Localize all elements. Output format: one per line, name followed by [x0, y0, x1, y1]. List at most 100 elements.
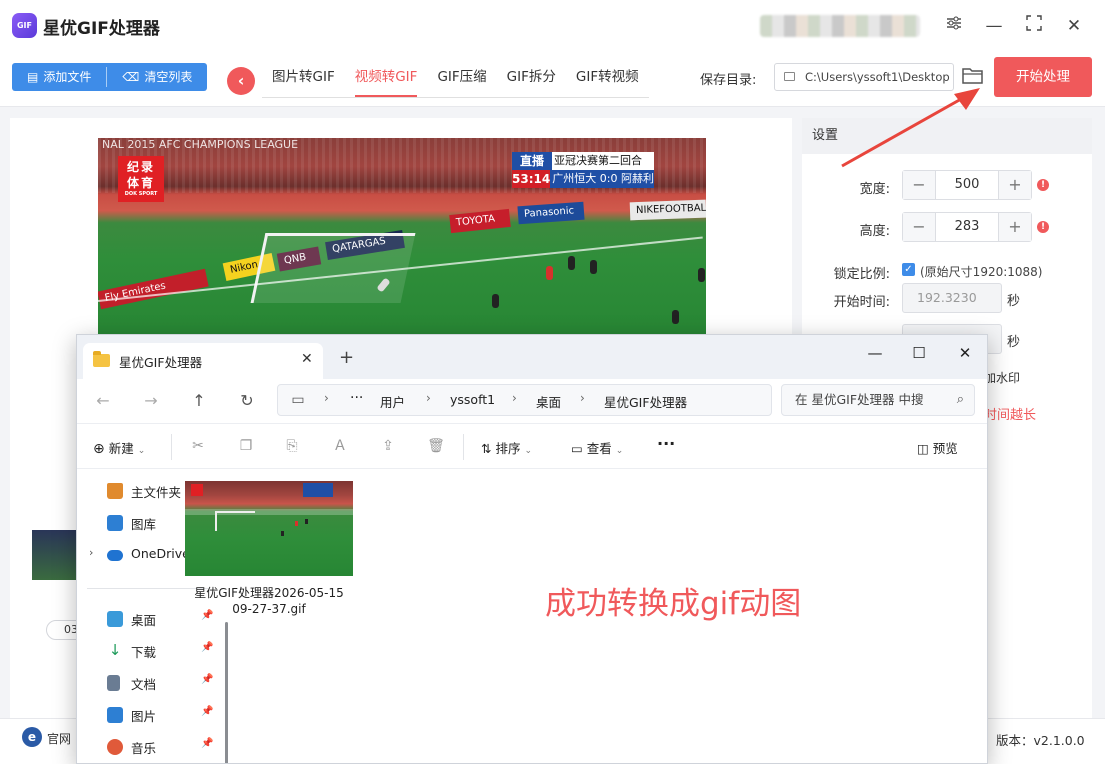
goal-frame	[250, 233, 416, 303]
tab-image-to-gif[interactable]: 图片转GIF	[262, 52, 345, 97]
up-icon[interactable]: ↑	[187, 389, 211, 413]
match-title: 亚冠决赛第二回合	[552, 152, 654, 170]
website-icon[interactable]: e	[22, 727, 42, 747]
download-icon: ↓	[108, 641, 122, 659]
cut-icon[interactable]: ✂	[189, 437, 207, 455]
breadcrumb-desktop[interactable]: 桌面	[536, 392, 561, 411]
preview-label: 预览	[932, 441, 958, 456]
explorer-tab-bar: 星优GIF处理器 ✕ + — ☐ ✕	[77, 335, 987, 379]
gif-file-thumbnail[interactable]	[185, 481, 353, 576]
new-tab-icon[interactable]: +	[339, 347, 354, 368]
minimize-icon[interactable]: —	[982, 14, 1006, 38]
tab-gif-compress[interactable]: GIF压缩	[427, 52, 496, 97]
breadcrumb-user[interactable]: yssoft1	[450, 392, 495, 407]
channel-logo-text: 纪录体育	[126, 160, 155, 190]
home-icon	[107, 483, 123, 499]
thumb-player	[281, 531, 284, 536]
duration-warning-text: 时间越长	[984, 408, 1037, 423]
back-arrow-icon[interactable]: ‹	[227, 67, 255, 95]
more-icon[interactable]: ···	[350, 390, 363, 406]
preview-pane-button[interactable]: ◫ 预览	[917, 438, 958, 457]
sidebar-item-label: OneDrive	[131, 546, 190, 561]
pin-icon[interactable]: 📌	[201, 738, 213, 749]
breadcrumb-users[interactable]: 用户	[380, 392, 405, 411]
search-icon: ⌕	[956, 392, 964, 407]
sort-label: 排序	[495, 441, 521, 456]
new-button[interactable]: ⊕ 新建 ⌄	[93, 438, 145, 457]
explorer-maximize-icon[interactable]: ☐	[907, 341, 931, 365]
sidebar-item-label: 图库	[131, 517, 157, 532]
copy-icon[interactable]: ❐	[237, 437, 255, 455]
view-icon: ▭	[571, 441, 583, 456]
start-time-input[interactable]: 192.3230	[902, 283, 1002, 313]
height-increase-button[interactable]: +	[999, 213, 1031, 241]
sidebar-scrollbar[interactable]	[225, 622, 228, 763]
channel-logo-sub: DOK SPORT	[124, 191, 158, 197]
start-process-button[interactable]: 开始处理	[994, 57, 1092, 97]
height-warning-icon[interactable]: !	[1037, 221, 1049, 233]
sort-button[interactable]: ⇅ 排序 ⌄	[481, 438, 532, 457]
end-time-unit: 秒	[1007, 335, 1021, 350]
ad-board-nike: NIKEFOOTBALL	[629, 199, 706, 221]
paste-icon[interactable]: ⎘	[283, 437, 301, 455]
thumb-scoreboard	[303, 483, 333, 497]
maximize-icon[interactable]	[1022, 14, 1046, 38]
explorer-minimize-icon[interactable]: —	[863, 341, 887, 365]
ad-board-panasonic: Panasonic	[517, 201, 585, 225]
file-list-thumbnail[interactable]	[32, 530, 78, 580]
tab-video-to-gif[interactable]: 视频转GIF	[345, 52, 428, 97]
view-label: 查看	[586, 441, 612, 456]
explorer-tab[interactable]: 星优GIF处理器 ✕	[83, 343, 323, 379]
scoreboard: 直播 亚冠决赛第二回合 53:14 广州恒大 0:0 阿赫利	[512, 152, 654, 188]
share-icon[interactable]: ⇪	[379, 437, 397, 455]
pin-icon[interactable]: 📌	[201, 674, 213, 685]
close-icon[interactable]: ✕	[1062, 14, 1086, 38]
add-file-button[interactable]: ▤ 添加文件	[12, 63, 106, 91]
user-avatar[interactable]	[760, 15, 920, 37]
player	[568, 256, 575, 270]
folder-icon	[93, 351, 110, 367]
explorer-close-icon[interactable]: ✕	[953, 341, 977, 365]
cmd-divider	[463, 434, 464, 460]
more-options-icon[interactable]: ···	[657, 434, 675, 453]
tab-gif-split[interactable]: GIF拆分	[497, 52, 566, 97]
back-icon[interactable]: ←	[91, 389, 115, 413]
tab-close-icon[interactable]: ✕	[301, 351, 313, 367]
thumb-player	[305, 519, 308, 524]
width-warning-icon[interactable]: !	[1037, 179, 1049, 191]
original-size-text: (原始尺寸1920:1088)	[920, 265, 1043, 279]
explorer-nav-bar: ← → ↑ ↻ ▭ › ··· 用户 › yssoft1 › 桌面 › 星优GI…	[77, 379, 987, 423]
desktop-icon	[107, 611, 123, 627]
start-time-label: 开始时间:	[833, 295, 890, 310]
player	[698, 268, 705, 282]
settings-sliders-icon[interactable]	[942, 14, 966, 38]
player	[672, 310, 679, 324]
width-increase-button[interactable]: +	[999, 171, 1031, 199]
file-name-line2: 09-27-37.gif	[232, 602, 306, 616]
chevron-down-icon: ⌄	[524, 446, 533, 456]
view-button[interactable]: ▭ 查看 ⌄	[571, 438, 623, 457]
gif-file-name[interactable]: 星优GIF处理器2026-05-15 09-27-37.gif	[190, 585, 348, 617]
sidebar-item-label: 音乐	[131, 741, 157, 756]
pin-icon[interactable]: 📌	[201, 642, 213, 653]
height-decrease-button[interactable]: −	[903, 213, 935, 241]
breadcrumb-folder[interactable]: 星优GIF处理器	[604, 392, 687, 411]
pin-icon[interactable]: 📌	[201, 706, 213, 717]
forward-icon[interactable]: →	[139, 389, 163, 413]
thumb-adboards	[185, 509, 353, 515]
address-bar[interactable]: ▭ › ··· 用户 › yssoft1 › 桌面 › 星优GIF处理器	[277, 384, 772, 416]
tab-gif-to-video[interactable]: GIF转视频	[566, 52, 649, 97]
website-link[interactable]: 官网	[47, 730, 71, 747]
lock-ratio-checkbox[interactable]: ✓	[902, 263, 915, 276]
rename-icon[interactable]: Ａ	[331, 437, 349, 455]
expand-chevron-icon[interactable]: ›	[89, 546, 93, 559]
clear-list-button[interactable]: ⌫ 清空列表	[107, 63, 207, 91]
height-stepper[interactable]: − 283 +	[902, 212, 1032, 242]
sidebar-item-label: 桌面	[131, 613, 157, 628]
success-annotation: 成功转换成gif动图	[545, 586, 802, 622]
match-time: 53:14	[512, 170, 551, 188]
delete-icon[interactable]: 🗑	[427, 437, 445, 455]
explorer-search-input[interactable]: 在 星优GIF处理器 中搜 ⌕	[781, 384, 975, 416]
refresh-icon[interactable]: ↻	[235, 389, 259, 413]
height-input[interactable]: 283	[935, 213, 999, 241]
